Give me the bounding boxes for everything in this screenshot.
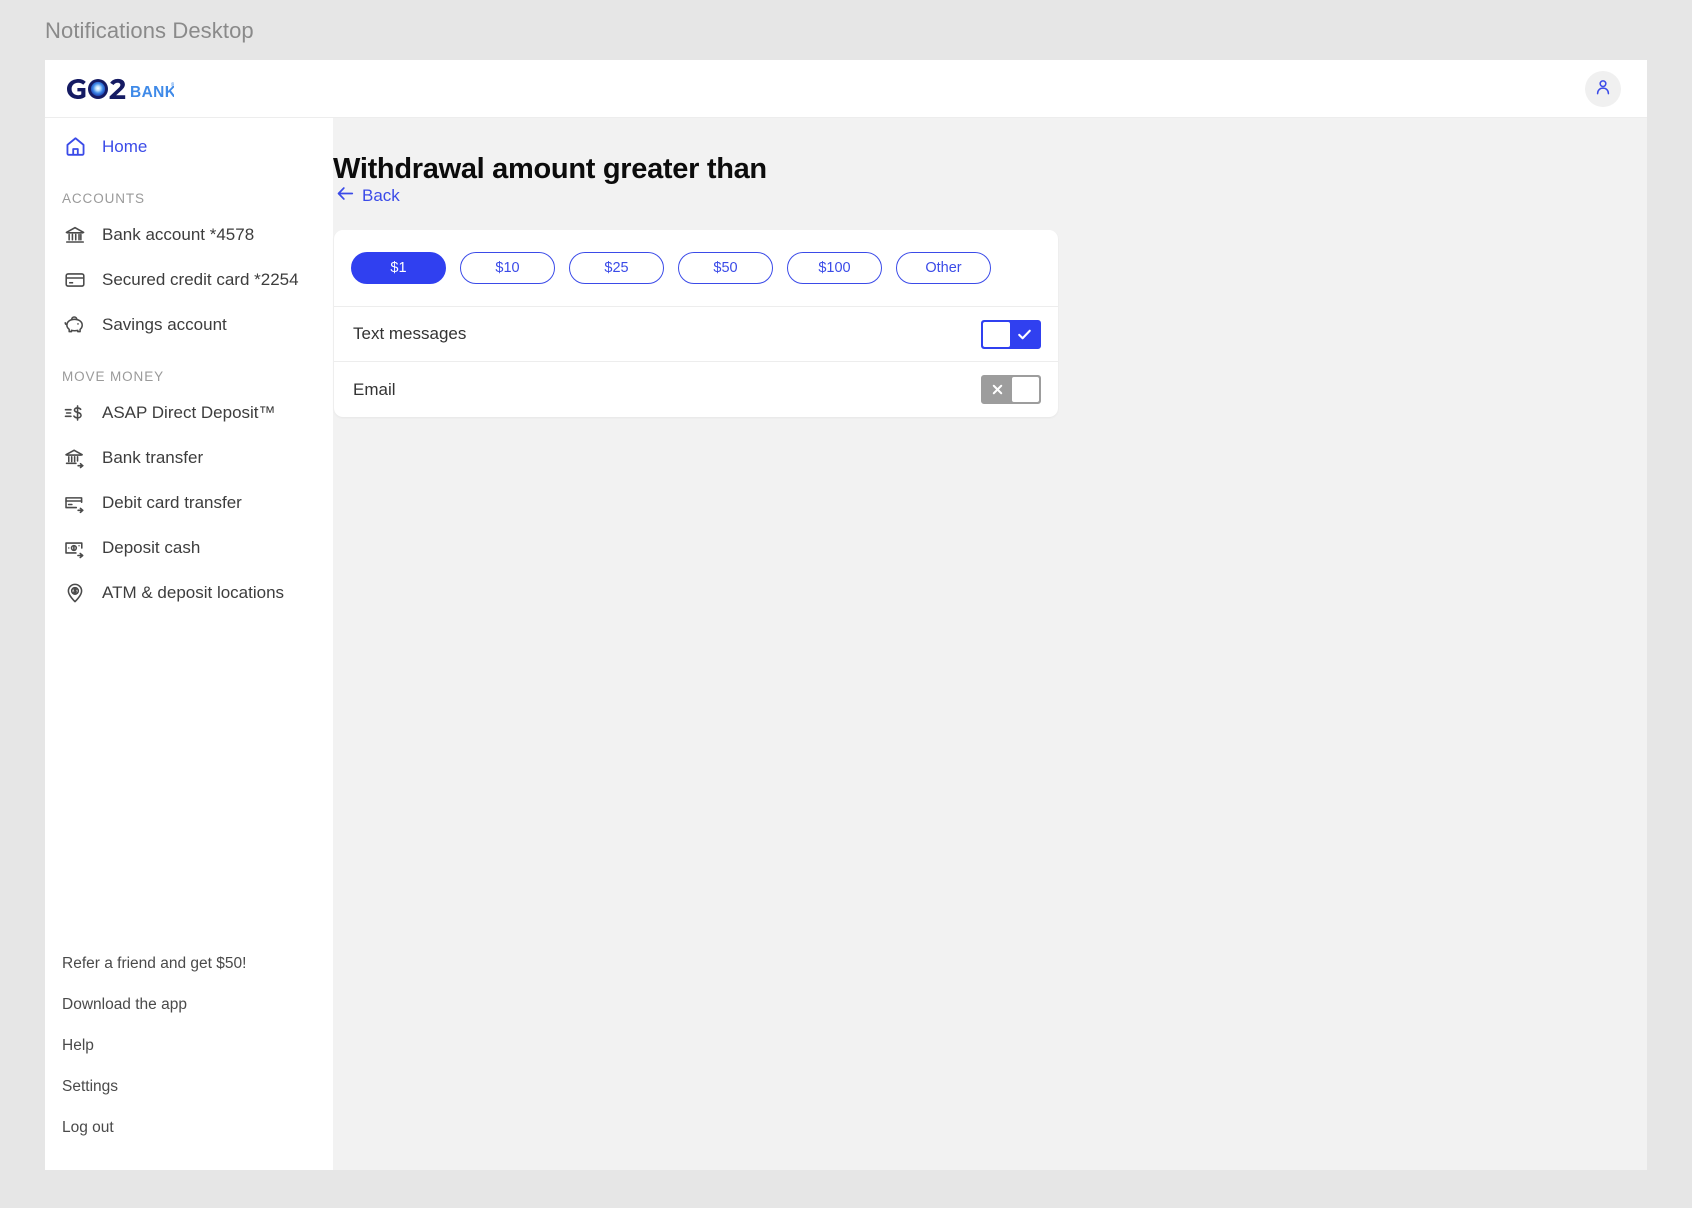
sidebar-item-savings-account[interactable]: Savings account	[45, 302, 333, 347]
check-icon	[1010, 321, 1039, 348]
person-icon	[1593, 77, 1613, 102]
sidebar-item-label: Secured credit card *2254	[102, 269, 299, 289]
sidebar-item-home[interactable]: Home	[45, 124, 333, 169]
channel-label: Email	[353, 379, 396, 399]
amount-option-100[interactable]: $100	[787, 252, 882, 284]
sidebar-item-bank-account[interactable]: Bank account *4578	[45, 212, 333, 257]
piggy-bank-icon	[62, 312, 88, 338]
sidebar-item-secured-credit-card[interactable]: Secured credit card *2254	[45, 257, 333, 302]
text-messages-toggle[interactable]	[981, 319, 1041, 349]
desktop-title: Notifications Desktop	[45, 18, 254, 43]
sidebar-item-label: Bank account *4578	[102, 224, 255, 244]
card-arrow-icon	[62, 490, 88, 516]
settings-card: $1 $10 $25 $50 $100 Other Text messages …	[334, 230, 1058, 417]
footer-link-download-the-app[interactable]: Download the app	[45, 984, 333, 1025]
amount-option-50[interactable]: $50	[678, 252, 773, 284]
sidebar-item-label: Bank transfer	[102, 447, 204, 467]
sidebar-item-debit-card-transfer[interactable]: Debit card transfer	[45, 480, 333, 525]
map-pin-dollar-icon	[62, 580, 88, 606]
sidebar-item-label: ATM & deposit locations	[102, 582, 285, 602]
sidebar: Home ACCOUNTS Bank account *4578 Secured…	[45, 118, 333, 1170]
arrow-left-icon	[337, 186, 354, 206]
sidebar-item-label: ASAP Direct Deposit™	[102, 402, 276, 422]
sidebar-item-bank-transfer[interactable]: Bank transfer	[45, 435, 333, 480]
back-link-label: Back	[362, 186, 400, 205]
amount-option-other[interactable]: Other	[896, 252, 991, 284]
sidebar-item-label: Debit card transfer	[102, 492, 242, 512]
sidebar-nav-top: Home ACCOUNTS Bank account *4578 Secured…	[45, 118, 333, 615]
sidebar-item-atm-deposit-locations[interactable]: ATM & deposit locations	[45, 570, 333, 615]
back-link[interactable]: Back	[337, 186, 400, 206]
go2bank-logo[interactable]: BANK ®	[62, 74, 174, 104]
svg-text:BANK: BANK	[130, 84, 174, 101]
sidebar-item-asap-direct-deposit[interactable]: ASAP Direct Deposit™	[45, 390, 333, 435]
fast-dollar-icon	[62, 400, 88, 426]
cash-arrow-icon	[62, 535, 88, 561]
bank-arrow-icon	[62, 445, 88, 471]
sidebar-section-accounts-heading: ACCOUNTS	[62, 191, 145, 206]
footer-link-refer-a-friend[interactable]: Refer a friend and get $50!	[45, 943, 333, 984]
channel-row-email: Email	[334, 362, 1058, 417]
page-title: Withdrawal amount greater than	[333, 153, 767, 185]
amount-option-10[interactable]: $10	[460, 252, 555, 284]
x-icon	[983, 376, 1012, 403]
top-bar: BANK ®	[45, 60, 1647, 118]
email-toggle[interactable]	[981, 375, 1041, 404]
sidebar-footer-links: Refer a friend and get $50! Download the…	[45, 943, 333, 1170]
footer-link-help[interactable]: Help	[45, 1025, 333, 1066]
toggle-knob	[1012, 377, 1039, 402]
svg-text:®: ®	[171, 82, 174, 89]
sidebar-item-label: Savings account	[102, 314, 227, 334]
footer-link-settings[interactable]: Settings	[45, 1066, 333, 1107]
sidebar-section-move-money-heading: MOVE MONEY	[62, 369, 165, 384]
avatar[interactable]	[1585, 71, 1621, 107]
app-window: BANK ® Home ACCOUNTS Bank account *4578 …	[45, 60, 1647, 1170]
channel-row-text-messages: Text messages	[334, 307, 1058, 362]
home-icon	[62, 134, 88, 160]
footer-link-log-out[interactable]: Log out	[45, 1107, 333, 1148]
sidebar-item-label: Deposit cash	[102, 537, 201, 557]
sidebar-item-deposit-cash[interactable]: Deposit cash	[45, 525, 333, 570]
sidebar-item-label: Home	[102, 136, 148, 156]
bank-icon	[62, 222, 88, 248]
channel-label: Text messages	[353, 324, 467, 343]
amount-options-row: $1 $10 $25 $50 $100 Other	[334, 230, 1058, 307]
amount-option-25[interactable]: $25	[569, 252, 664, 284]
credit-card-icon	[62, 267, 88, 293]
amount-option-1[interactable]: $1	[351, 252, 446, 284]
toggle-knob	[983, 321, 1010, 347]
